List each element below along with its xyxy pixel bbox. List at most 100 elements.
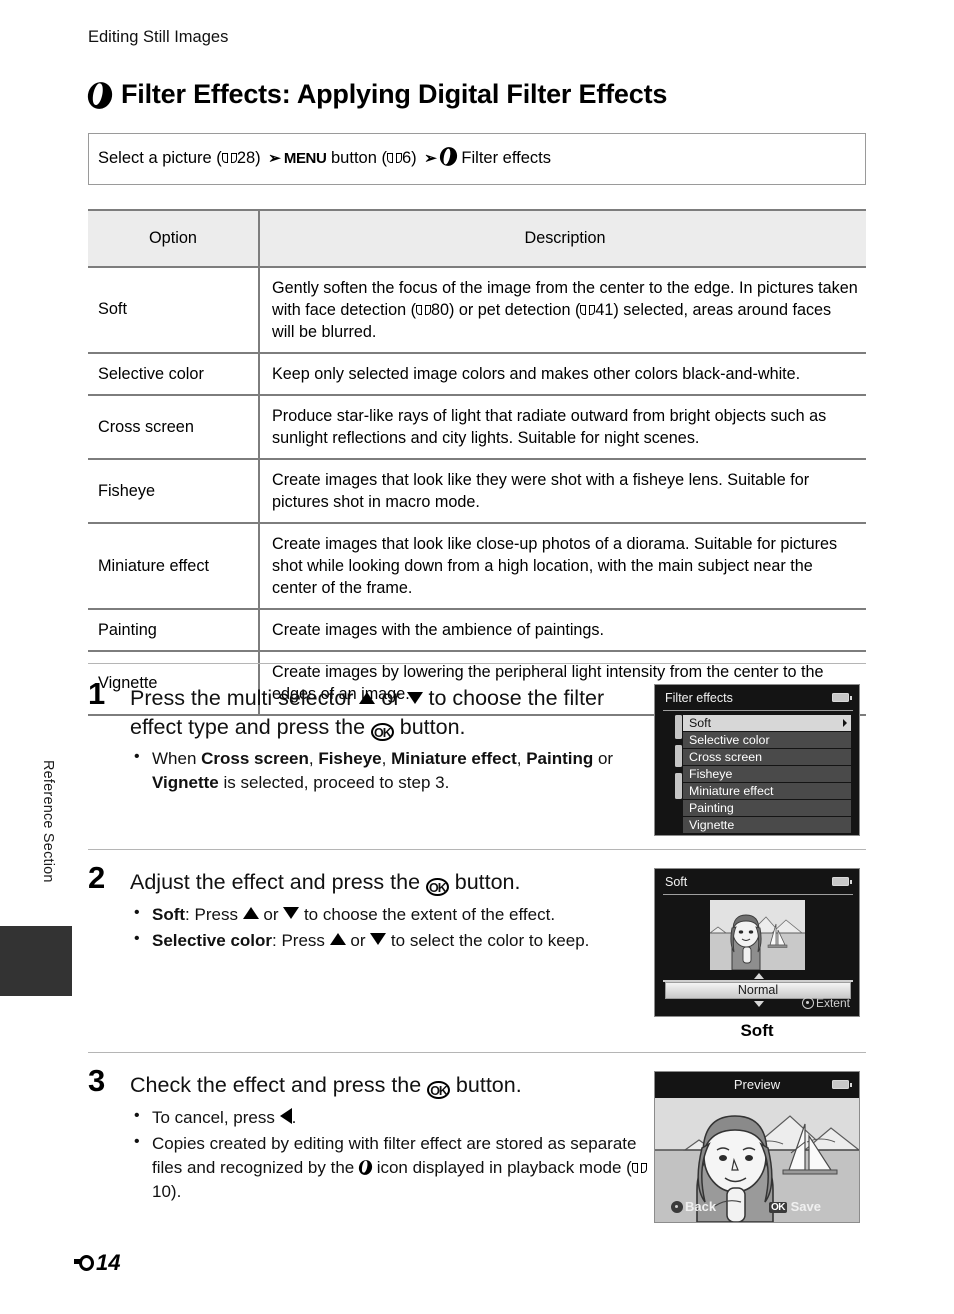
title-divider: [663, 894, 853, 895]
step-2: 2 Adjust the effect and press the OK but…: [88, 862, 653, 956]
camera-screen-soft-adjust: Soft Normal Extent: [654, 868, 860, 1017]
desc-mid: ) or pet detection (: [448, 301, 581, 320]
menu-item-vignette[interactable]: Vignette: [683, 817, 851, 833]
menu-item-soft[interactable]: Soft: [683, 715, 851, 731]
option-description: Keep only selected image colors and make…: [259, 353, 866, 397]
step-1-bullets: When Cross screen, Fisheye, Miniature ef…: [130, 746, 653, 795]
table-row: Miniature effect Create images that look…: [88, 523, 866, 611]
arrow-up-indicator-icon: [754, 973, 764, 979]
column-header-option: Option: [88, 209, 260, 268]
ok-button-icon: OK: [769, 1202, 787, 1213]
menu-item-label: Painting: [689, 801, 734, 815]
ok-button-icon: OK: [426, 878, 449, 896]
bullet-b: or: [258, 904, 284, 924]
screen-title: Preview: [733, 1077, 781, 1092]
menu-button-label: MENU: [283, 150, 327, 167]
step-head-d: button.: [448, 870, 521, 894]
breadcrumb: Select a picture (28) ➢ MENU button (6) ➢…: [98, 144, 551, 169]
manual-book-icon: [386, 152, 402, 164]
menu-item-selective-color[interactable]: Selective color: [683, 732, 851, 748]
folio-page-number: 14: [96, 1250, 121, 1275]
camera-screen-preview: Preview Back OK Save: [654, 1071, 860, 1223]
menu-item-painting[interactable]: Painting: [683, 800, 851, 816]
scrollbar-segment[interactable]: [675, 715, 682, 739]
page-title: Filter Effects: Applying Digital Filter …: [84, 78, 667, 113]
option-name: Miniature effect: [88, 523, 260, 611]
reference-section-tab-label: Reference Section: [40, 760, 56, 883]
table-row: Painting Create images with the ambience…: [88, 609, 866, 653]
bold-option: Soft: [152, 904, 186, 924]
bold-option: Painting: [526, 749, 594, 769]
menu-item-label: Cross screen: [689, 750, 762, 764]
bullet-post: is selected, proceed to step 3.: [218, 772, 450, 792]
arrow-left-icon: [279, 1107, 292, 1124]
filter-effects-lens-icon: [84, 78, 116, 113]
breadcrumb-ref1: 28: [236, 149, 256, 167]
step-number: 1: [88, 676, 106, 711]
bold-option: Miniature effect: [391, 749, 517, 769]
breadcrumb-part3: button (: [326, 149, 387, 167]
menu-item-label: Selective color: [689, 733, 770, 747]
option-name: Fisheye: [88, 459, 260, 525]
menu-item-label: Fisheye: [689, 767, 733, 781]
option-name: Painting: [88, 609, 260, 653]
list-item: When Cross screen, Fisheye, Miniature ef…: [130, 746, 653, 795]
step-divider: [88, 1052, 866, 1053]
option-description: Produce star-like rays of light that rad…: [259, 395, 866, 461]
battery-icon: [832, 693, 852, 702]
ok-button-icon: OK: [427, 1081, 450, 1099]
save-hint[interactable]: OK Save: [769, 1199, 821, 1214]
breadcrumb-part4: ): [411, 149, 422, 167]
table-row: Cross screen Produce star-like rays of l…: [88, 395, 866, 461]
arrow-down-indicator-icon: [754, 1001, 764, 1007]
menu-item-label: Vignette: [689, 818, 735, 832]
step-divider: [88, 849, 866, 850]
multi-selector-icon: [671, 1201, 683, 1213]
title-divider: [663, 710, 853, 711]
bullet-pre: When: [152, 749, 202, 769]
column-header-description: Description: [259, 209, 866, 268]
option-description: Create images that look like they were s…: [259, 459, 866, 525]
bullet-a: : Press: [272, 931, 330, 951]
screen-title: Soft: [665, 875, 688, 889]
screen-caption: Soft: [740, 1021, 774, 1040]
breadcrumb-part2: ): [255, 149, 266, 167]
sep: or: [593, 749, 614, 769]
desc-ref: 41: [595, 301, 614, 320]
menu-item-cross-screen[interactable]: Cross screen: [683, 749, 851, 765]
manual-book-icon: [631, 1162, 647, 1174]
arrow-up-icon: [359, 692, 376, 704]
extent-hint: Extent: [801, 996, 850, 1010]
breadcrumb-part1: Select a picture (: [98, 149, 222, 167]
bold-option: Fisheye: [318, 749, 382, 769]
step-head-d: button.: [393, 714, 466, 739]
menu-item-fisheye[interactable]: Fisheye: [683, 766, 851, 782]
option-description: Create images with the ambience of paint…: [259, 609, 866, 653]
step-2-bullets: Soft: Press or to choose the extent of t…: [130, 902, 653, 954]
step-3: 3 Check the effect and press the OK butt…: [88, 1065, 653, 1207]
step-head-d: button.: [449, 1073, 522, 1097]
sep: ,: [381, 749, 392, 769]
step-head-a: Check the effect and press the: [130, 1073, 428, 1097]
option-name: Soft: [88, 267, 260, 355]
list-item: Soft: Press or to choose the extent of t…: [130, 902, 653, 927]
arrow-right-icon: ➢: [424, 150, 437, 167]
ok-button-icon: OK: [371, 722, 394, 741]
section-thumb-index-block: [0, 926, 72, 996]
camera-screen-filter-effects-menu: Filter effects Soft Selective color Cros…: [654, 684, 860, 836]
step-1: 1 Press the multi selector or to choose …: [88, 678, 653, 798]
scrollbar-segment[interactable]: [675, 773, 682, 799]
sep: ,: [516, 749, 527, 769]
menu-item-miniature-effect[interactable]: Miniature effect: [683, 783, 851, 799]
screen-title: Filter effects: [665, 691, 733, 705]
battery-icon: [832, 877, 852, 886]
option-description: Gently soften the focus of the image fro…: [259, 267, 866, 355]
step-heading: Press the multi selector or to choose th…: [130, 684, 653, 741]
step-head-b: or: [375, 686, 407, 710]
back-hint[interactable]: Back: [671, 1199, 716, 1214]
breadcrumb-tail: Filter effects: [461, 149, 551, 167]
arrow-down-icon: [283, 906, 300, 919]
bold-option: Cross screen: [201, 749, 309, 769]
scrollbar-segment[interactable]: [675, 745, 682, 767]
step-heading: Adjust the effect and press the OK butto…: [130, 868, 653, 897]
